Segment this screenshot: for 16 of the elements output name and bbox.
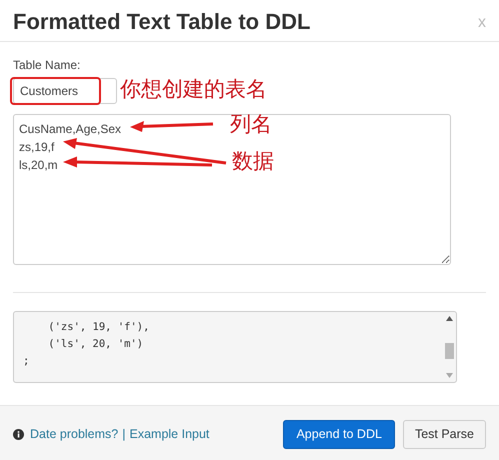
annotation-text: 你想创建的表名	[120, 79, 267, 100]
scroll-up-icon[interactable]	[446, 316, 453, 321]
annotation-text: 数据	[232, 151, 274, 172]
help-link[interactable]: Date problems?	[30, 427, 118, 441]
code-text: ('zs', 19, 'f'), ('ls', 20, 'm') ;	[22, 320, 150, 369]
test-parse-button[interactable]: Test Parse	[402, 420, 486, 449]
dialog-title: Formatted Text Table to DDL	[13, 9, 310, 36]
table-name-field[interactable]: Customers	[13, 78, 117, 104]
help-link[interactable]: Example Input	[130, 427, 210, 441]
info-icon	[13, 428, 24, 440]
separator: |	[122, 427, 126, 441]
append-button[interactable]: Append to DDL	[283, 420, 395, 449]
scroll-down-icon[interactable]	[446, 373, 453, 378]
scrollbar-thumb[interactable]	[445, 343, 454, 359]
field-label: Table Name:	[13, 57, 82, 74]
annotation-text: 列名	[230, 114, 272, 135]
